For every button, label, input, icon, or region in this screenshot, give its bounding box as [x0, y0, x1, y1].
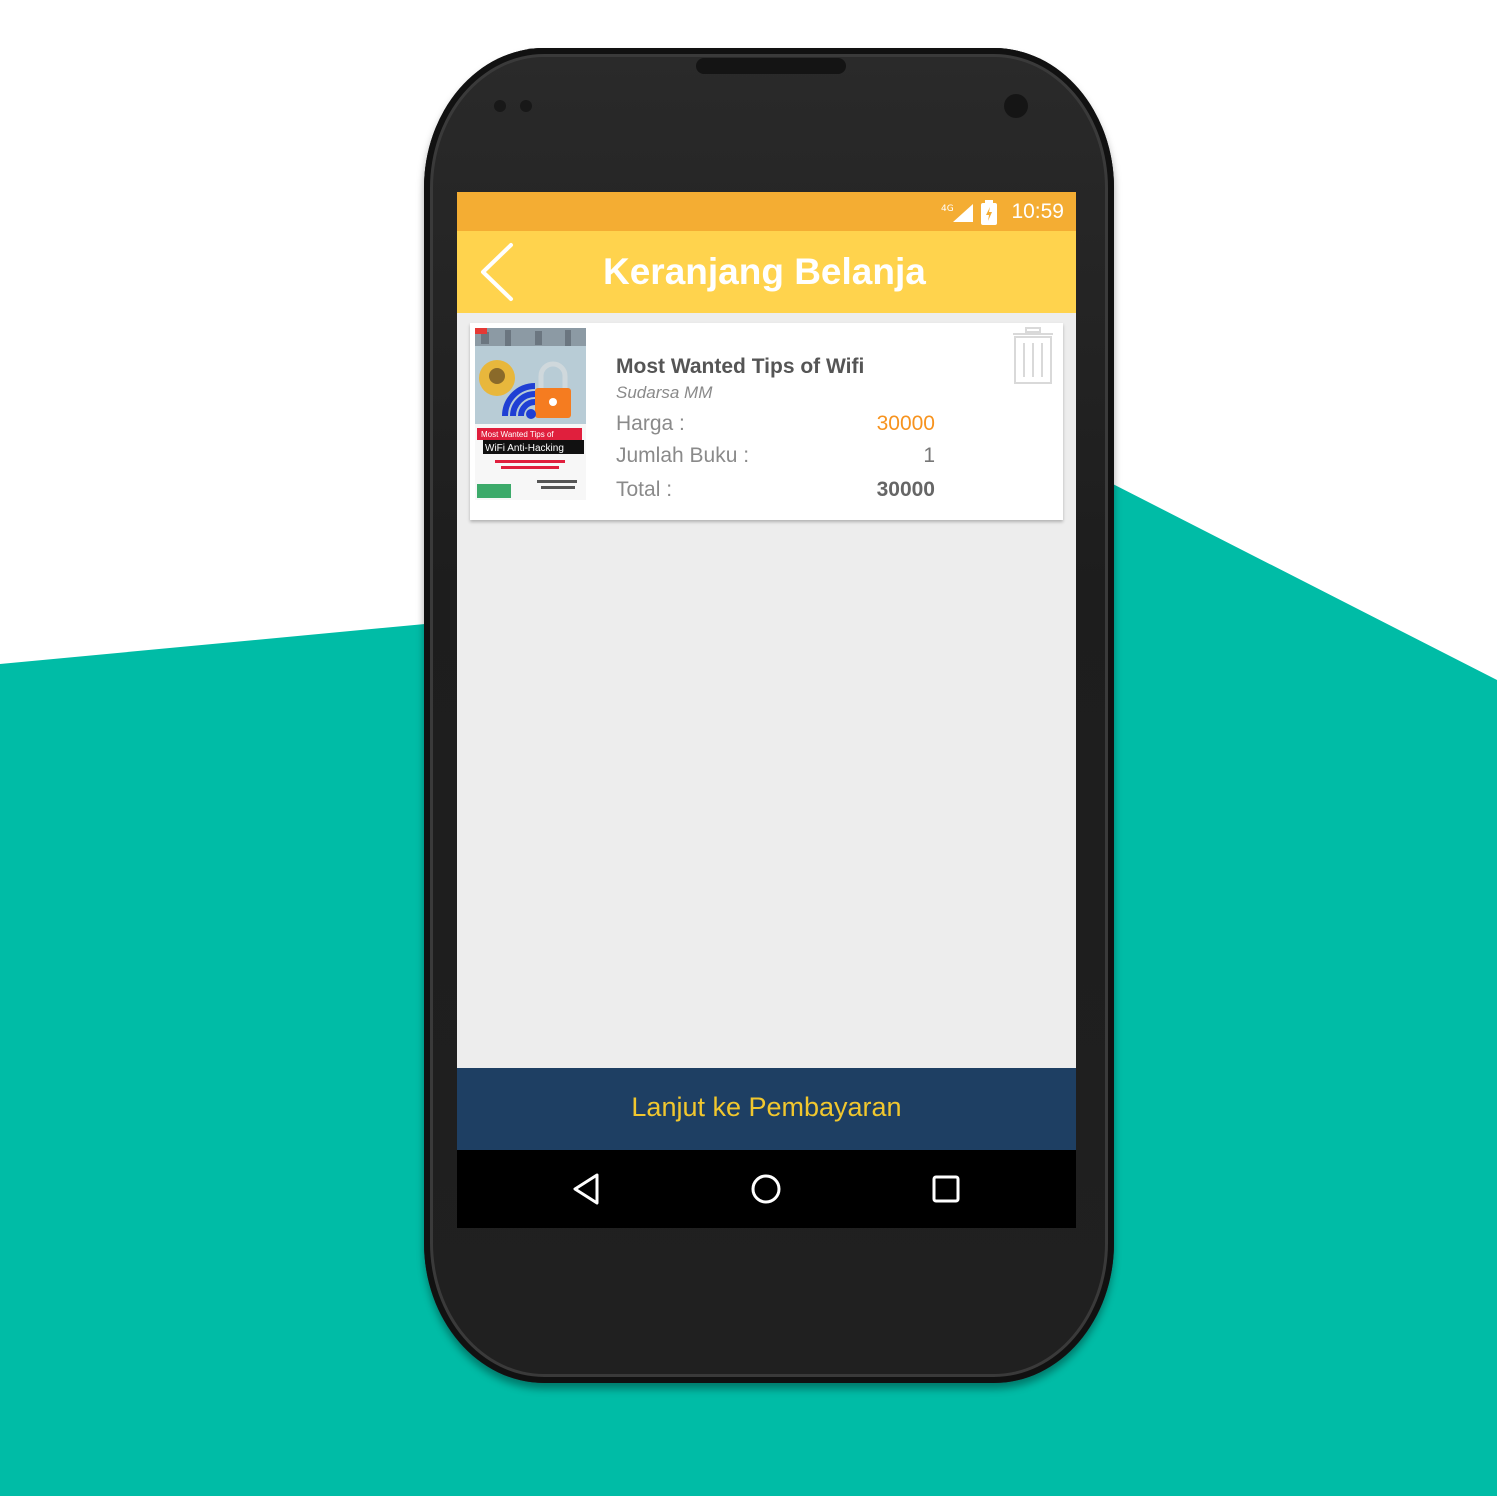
book-author: Sudarsa MM [616, 383, 713, 402]
triangle-back-icon [573, 1173, 599, 1205]
status-time: 10:59 [1011, 200, 1064, 223]
page-title: Keranjang Belanja [603, 251, 926, 292]
quantity-label: Jumlah Buku : [616, 444, 750, 467]
nav-recents-button[interactable] [924, 1167, 968, 1211]
front-camera [1004, 94, 1028, 118]
price-value: 30000 [876, 412, 935, 435]
checkout-label: Lanjut ke Pembayaran [631, 1092, 902, 1122]
phone-screen: 4G 10:59 Keranjang Belanja Most Wanted T… [457, 192, 1076, 1228]
book-title: Most Wanted Tips of Wifi [616, 355, 865, 378]
phone-sensor [494, 100, 506, 112]
svg-text:WiFi Anti-Hacking: WiFi Anti-Hacking [485, 443, 564, 454]
nav-home-button[interactable] [744, 1167, 788, 1211]
status-bar: 4G 10:59 [457, 192, 1076, 231]
quantity-value: 1 [923, 444, 935, 467]
back-button[interactable] [475, 241, 525, 303]
app-bar: Keranjang Belanja [457, 231, 1076, 313]
total-label: Total : [616, 478, 673, 501]
system-nav-bar [457, 1150, 1076, 1228]
mockup-stage: 4G 10:59 Keranjang Belanja Most Wanted T… [0, 0, 1497, 1496]
delete-item-button[interactable] [1010, 327, 1056, 387]
nav-back-button[interactable] [565, 1167, 609, 1211]
phone-speaker [696, 58, 846, 74]
svg-text:4G: 4G [941, 204, 954, 214]
square-recents-icon [932, 1175, 960, 1203]
battery-icon [981, 200, 997, 225]
phone-frame: 4G 10:59 Keranjang Belanja Most Wanted T… [424, 48, 1114, 1383]
cart-item-card: Most Wanted Tips of WiFi Anti-Hacking Mo… [470, 323, 1063, 520]
checkout-button[interactable]: Lanjut ke Pembayaran [457, 1068, 1076, 1150]
trash-icon [1013, 327, 1053, 384]
circle-home-icon [751, 1174, 781, 1204]
total-value: 30000 [876, 478, 935, 501]
book-cover-image: Most Wanted Tips of WiFi Anti-Hacking [475, 328, 586, 500]
svg-text:Most Wanted Tips of: Most Wanted Tips of [481, 430, 554, 439]
price-label: Harga : [616, 412, 685, 435]
chevron-left-icon [481, 243, 513, 301]
phone-sensor [520, 100, 532, 112]
signal-icon: 4G [941, 204, 973, 222]
